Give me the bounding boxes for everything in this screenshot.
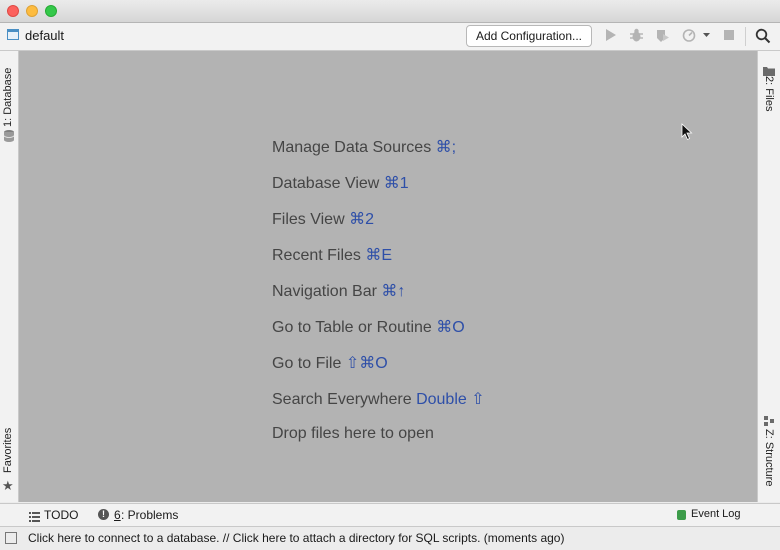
- problems-warning-icon: !: [98, 509, 109, 520]
- structure-tool-window-tab[interactable]: Z: Structure: [758, 411, 780, 497]
- minimize-window-button[interactable]: [26, 5, 38, 17]
- add-configuration-button[interactable]: Add Configuration...: [466, 25, 592, 47]
- profile-icon[interactable]: [682, 28, 698, 47]
- structure-tab-label: Z: Structure: [763, 429, 775, 487]
- event-log-tab-label: Event Log: [691, 508, 741, 520]
- project-folder-icon: [7, 29, 19, 40]
- mouse-cursor-icon: [681, 123, 693, 146]
- database-icon: [3, 129, 15, 148]
- problems-tab-number: 6: [114, 508, 121, 522]
- hint-item: Navigation Bar ⌘↑: [272, 281, 405, 301]
- left-tool-window-strip: 1: Database Favorites ★: [0, 51, 19, 502]
- database-tool-window-tab[interactable]: 1: Database: [0, 55, 18, 145]
- tool-windows-toggle-icon[interactable]: [5, 532, 17, 544]
- bottom-tool-window-bar: TODO ! 6 : Problems Event Log: [0, 503, 780, 526]
- hint-shortcut: ⌘;: [435, 139, 457, 156]
- hint-shortcut: ⌘1: [383, 175, 409, 192]
- event-log-tab[interactable]: Event Log: [675, 504, 755, 526]
- todo-tab-label: TODO: [44, 508, 79, 522]
- hint-shortcut: ⇧⌘O: [345, 355, 388, 372]
- search-icon[interactable]: [755, 28, 771, 48]
- hint-shortcut: Double ⇧: [416, 391, 485, 408]
- hint-shortcut: ⌘E: [365, 247, 393, 264]
- hint-shortcut: ⌘↑: [381, 283, 406, 300]
- hint-label: Recent Files: [272, 247, 361, 264]
- toolbar-separator: [745, 27, 746, 46]
- favorites-tool-window-tab[interactable]: Favorites ★: [0, 421, 18, 499]
- hint-item: Drop files here to open: [272, 425, 434, 443]
- problems-tab-label: : Problems: [121, 508, 179, 522]
- run-icon[interactable]: [605, 28, 617, 46]
- event-log-icon: [677, 510, 686, 520]
- hint-item: Manage Data Sources ⌘;: [272, 137, 456, 157]
- hint-label: Go to Table or Routine: [272, 319, 432, 336]
- zoom-window-button[interactable]: [45, 5, 57, 17]
- hint-item: Go to File ⇧⌘O: [272, 353, 388, 373]
- hint-item: Search Everywhere Double ⇧: [272, 389, 485, 409]
- close-window-button[interactable]: [7, 5, 19, 17]
- empty-editor-area[interactable]: Manage Data Sources ⌘; Database View ⌘1 Fi…: [19, 51, 757, 502]
- hint-shortcut: ⌘2: [349, 211, 374, 228]
- debug-bug-icon[interactable]: [629, 28, 644, 47]
- hint-label: Manage Data Sources: [272, 139, 432, 156]
- files-tab-label: 2: Files: [763, 76, 775, 112]
- status-bar: Click here to connect to a database. // …: [0, 526, 780, 550]
- title-bar: [0, 0, 780, 23]
- stop-icon[interactable]: [723, 28, 735, 46]
- hint-label: Files View: [272, 211, 345, 228]
- problems-tab[interactable]: ! 6 : Problems: [97, 504, 187, 526]
- hint-label: Navigation Bar: [272, 283, 377, 300]
- status-message[interactable]: Click here to connect to a database. // …: [28, 531, 564, 545]
- chevron-down-icon[interactable]: [702, 28, 711, 46]
- favorites-tab-label: Favorites: [2, 427, 14, 473]
- navigation-toolbar: default Add Configuration...: [0, 23, 780, 51]
- todo-list-icon: [29, 509, 40, 527]
- project-name[interactable]: default: [25, 28, 64, 43]
- hint-item: Recent Files ⌘E: [272, 245, 392, 265]
- todo-tab[interactable]: TODO: [28, 504, 86, 526]
- database-tab-label: 1: Database: [2, 67, 14, 127]
- right-tool-window-strip: 2: Files Z: Structure: [757, 51, 780, 502]
- hint-shortcut: ⌘O: [436, 319, 465, 336]
- run-with-coverage-icon[interactable]: [655, 28, 670, 47]
- hint-label: Database View: [272, 175, 380, 192]
- hint-label: Drop files here to open: [272, 425, 434, 442]
- files-tool-window-tab[interactable]: 2: Files: [758, 59, 780, 119]
- hint-item: Database View ⌘1: [272, 173, 409, 193]
- hint-item: Go to Table or Routine ⌘O: [272, 317, 465, 337]
- hint-item: Files View ⌘2: [272, 209, 374, 229]
- hint-label: Search Everywhere: [272, 391, 412, 408]
- star-icon: ★: [2, 478, 14, 493]
- hint-label: Go to File: [272, 355, 342, 372]
